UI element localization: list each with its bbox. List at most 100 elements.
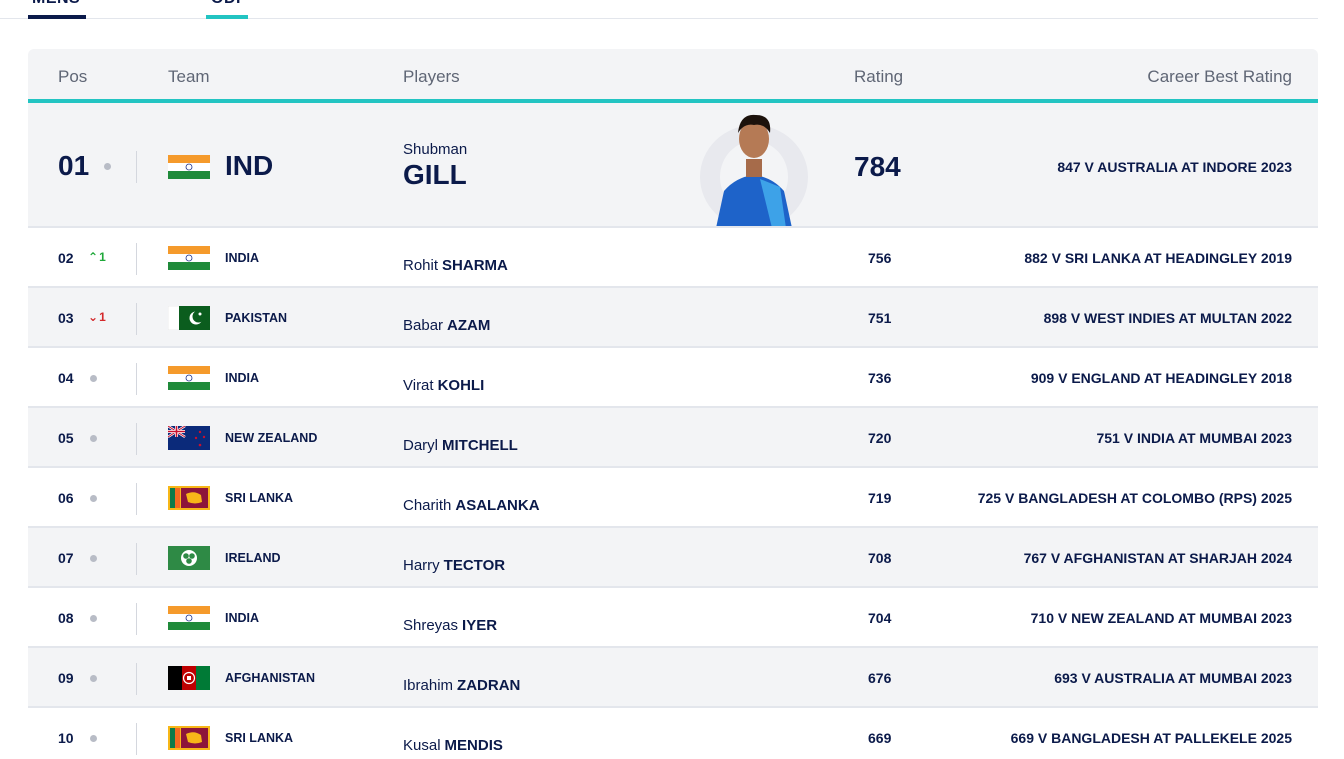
tab-odi[interactable]: ODI bbox=[211, 0, 241, 8]
no-change-dot-icon bbox=[90, 735, 97, 742]
row-pos: 10 bbox=[58, 730, 74, 746]
row-team: INDIA bbox=[225, 251, 260, 265]
header-players: Players bbox=[403, 67, 460, 86]
player-last-name: KOHLI bbox=[437, 377, 485, 394]
header-career-best: Career Best Rating bbox=[1147, 67, 1292, 86]
india-flag-icon bbox=[168, 155, 210, 179]
ranking-row[interactable]: 10 SRI LANKA Kusal MENDIS 669 669 V BANGL… bbox=[28, 708, 1318, 759]
row-rating: 719 bbox=[868, 490, 892, 506]
player-last-name: TECTOR bbox=[443, 557, 506, 574]
player-last-name: IYER bbox=[462, 617, 498, 634]
sri-lanka-flag-icon bbox=[168, 486, 210, 510]
ranking-row[interactable]: 07 IRELAND Harry TECTOR 708 767 V AFGHANI… bbox=[28, 528, 1318, 588]
player-first-name: Daryl bbox=[403, 437, 439, 454]
divider bbox=[136, 663, 137, 695]
format-tabs: MENS ODI bbox=[0, 0, 1318, 19]
top-ranked-row[interactable]: 01 IND Shubman GILL 784 847 V AUSTRALIA … bbox=[28, 103, 1318, 228]
player-last-name: ASALANKA bbox=[455, 497, 540, 514]
ranking-row[interactable]: 02 ⌃ 1 INDIA Rohit SHARMA 756 882 V SRI LA… bbox=[28, 228, 1318, 288]
arrow-down-icon: ⌄ bbox=[88, 310, 99, 324]
row-rating: 736 bbox=[868, 370, 892, 386]
tab-mens-indicator bbox=[28, 15, 86, 19]
header-pos: Pos bbox=[58, 67, 88, 86]
ireland-cricket-flag-icon bbox=[168, 546, 210, 570]
row-team: SRI LANKA bbox=[225, 491, 294, 505]
row-player[interactable]: Daryl MITCHELL bbox=[403, 437, 518, 454]
player-first-name: Babar bbox=[403, 317, 444, 334]
india-flag-icon bbox=[168, 246, 210, 270]
top-rating: 784 bbox=[854, 151, 901, 182]
rankings-rows: 02 ⌃ 1 INDIA Rohit SHARMA 756 882 V SRI LA… bbox=[28, 228, 1318, 759]
tab-odi-indicator bbox=[206, 15, 248, 19]
divider bbox=[136, 543, 137, 575]
ranking-row[interactable]: 06 SRI LANKA Charith ASALANKA 719 725 V B… bbox=[28, 468, 1318, 528]
divider bbox=[136, 423, 137, 455]
top-career-best: 847 V AUSTRALIA AT INDORE 2023 bbox=[1057, 159, 1292, 175]
row-player[interactable]: Shreyas IYER bbox=[403, 617, 497, 634]
divider bbox=[136, 303, 137, 335]
top-player-first-name: Shubman bbox=[403, 141, 468, 158]
header-team: Team bbox=[168, 67, 210, 86]
row-career-best: 669 V BANGLADESH AT PALLEKELE 2025 bbox=[1010, 730, 1292, 746]
rank-up-indicator: ⌃ 1 bbox=[88, 250, 106, 264]
rank-down-indicator: ⌄ 1 bbox=[88, 310, 106, 324]
divider bbox=[136, 243, 137, 275]
player-first-name: Shreyas bbox=[403, 617, 459, 634]
top-player-last-name[interactable]: GILL bbox=[403, 159, 467, 191]
row-player[interactable]: Harry TECTOR bbox=[403, 557, 505, 574]
row-player[interactable]: Rohit SHARMA bbox=[403, 257, 508, 274]
player-last-name: SHARMA bbox=[442, 257, 508, 274]
no-change-dot-icon bbox=[90, 435, 97, 442]
ranking-row[interactable]: 09 AFGHANISTAN Ibrahim ZADRAN 676 693 V A… bbox=[28, 648, 1318, 708]
row-team: SRI LANKA bbox=[225, 731, 294, 745]
player-last-name: AZAM bbox=[447, 317, 491, 334]
no-change-dot-icon bbox=[90, 495, 97, 502]
row-team: AFGHANISTAN bbox=[225, 671, 316, 685]
row-rating: 669 bbox=[868, 730, 892, 746]
player-last-name: ZADRAN bbox=[457, 677, 521, 694]
no-change-dot-icon bbox=[90, 375, 97, 382]
row-pos: 07 bbox=[58, 550, 74, 566]
row-player[interactable]: Babar AZAM bbox=[403, 317, 490, 334]
row-pos: 02 bbox=[58, 250, 74, 266]
ranking-row[interactable]: 05 NEW ZEALAND Daryl MITCHELL 720 751 V I… bbox=[28, 408, 1318, 468]
ranking-row[interactable]: 08 INDIA Shreyas IYER 704 710 V NEW ZEALA… bbox=[28, 588, 1318, 648]
top-pos: 01 bbox=[58, 150, 90, 181]
row-player[interactable]: Ibrahim ZADRAN bbox=[403, 677, 520, 694]
row-player[interactable]: Charith ASALANKA bbox=[403, 497, 540, 514]
row-team: NEW ZEALAND bbox=[225, 431, 318, 445]
no-change-dot-icon bbox=[90, 675, 97, 682]
row-career-best: 751 V INDIA AT MUMBAI 2023 bbox=[1096, 430, 1292, 446]
row-career-best: 767 V AFGHANISTAN AT SHARJAH 2024 bbox=[1023, 550, 1292, 566]
player-photo bbox=[700, 114, 808, 226]
ranking-row[interactable]: 04 INDIA Virat KOHLI 736 909 V ENGLAND AT… bbox=[28, 348, 1318, 408]
tab-mens[interactable]: MENS bbox=[32, 0, 80, 8]
top-team-abbr: IND bbox=[225, 150, 274, 181]
player-last-name: MITCHELL bbox=[442, 437, 518, 454]
row-rating: 704 bbox=[868, 610, 892, 626]
player-last-name: MENDIS bbox=[444, 737, 503, 754]
divider bbox=[136, 363, 137, 395]
india-flag-icon bbox=[168, 366, 210, 390]
player-first-name: Ibrahim bbox=[403, 677, 454, 694]
no-change-dot-icon bbox=[90, 555, 97, 562]
row-pos: 09 bbox=[58, 670, 74, 686]
row-team: INDIA bbox=[225, 371, 260, 385]
row-career-best: 725 V BANGLADESH AT COLOMBO (RPS) 2025 bbox=[977, 490, 1292, 506]
ranking-row[interactable]: 03 ⌄ 1 PAKISTAN Babar AZAM 751 898 V WEST … bbox=[28, 288, 1318, 348]
sri-lanka-flag-icon bbox=[168, 726, 210, 750]
row-player[interactable]: Kusal MENDIS bbox=[403, 737, 503, 754]
no-change-dot-icon bbox=[104, 163, 111, 170]
player-first-name: Rohit bbox=[403, 257, 439, 274]
divider bbox=[136, 483, 137, 515]
divider bbox=[136, 603, 137, 635]
row-career-best: 693 V AUSTRALIA AT MUMBAI 2023 bbox=[1054, 670, 1292, 686]
row-career-best: 898 V WEST INDIES AT MULTAN 2022 bbox=[1043, 310, 1292, 326]
pakistan-flag-icon bbox=[168, 306, 210, 330]
divider bbox=[136, 723, 137, 755]
row-pos: 04 bbox=[58, 370, 74, 386]
header-rating: Rating bbox=[854, 67, 904, 86]
row-career-best: 909 V ENGLAND AT HEADINGLEY 2018 bbox=[1030, 370, 1292, 386]
row-player[interactable]: Virat KOHLI bbox=[403, 377, 484, 394]
india-flag-icon bbox=[168, 606, 210, 630]
